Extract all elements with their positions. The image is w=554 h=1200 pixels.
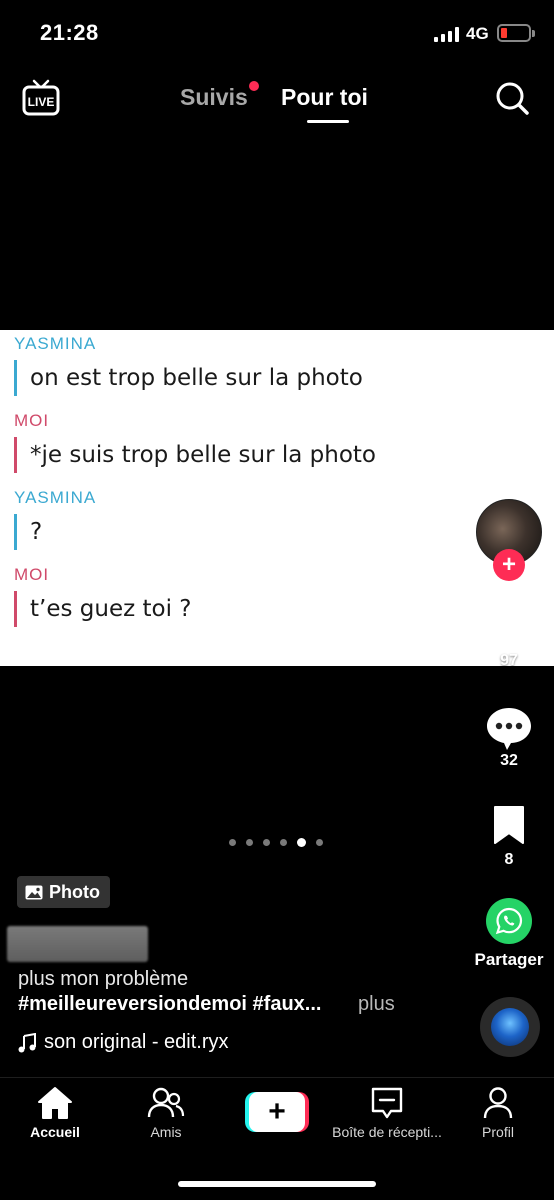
status-time: 21:28	[40, 20, 99, 45]
heart-icon	[487, 609, 531, 649]
music-note-icon	[18, 1032, 36, 1052]
sound-link[interactable]: son original - edit.ryx	[18, 1031, 229, 1054]
comment-button[interactable]: 32	[474, 706, 544, 770]
carousel-indicator	[229, 838, 323, 847]
post-photo[interactable]: YASMINA on est trop belle sur la photo M…	[0, 330, 554, 666]
nav-profile[interactable]: Profil	[443, 1086, 553, 1142]
follow-button[interactable]: +	[493, 549, 525, 581]
message-text: ?	[14, 514, 42, 550]
bookmark-icon	[494, 806, 524, 844]
like-count: 97	[500, 652, 518, 669]
message-text: *je suis trop belle sur la photo	[14, 437, 376, 473]
photo-badge-label: Photo	[49, 881, 100, 902]
message-sender: YASMINA	[14, 488, 97, 507]
battery-icon	[497, 24, 535, 42]
plus-icon: +	[249, 1092, 305, 1132]
nav-inbox-label: Boîte de récepti...	[332, 1124, 442, 1140]
active-tab-indicator	[307, 120, 349, 123]
image-icon	[25, 885, 43, 899]
inbox-icon	[371, 1087, 403, 1119]
create-button[interactable]: +	[245, 1092, 309, 1132]
message-sender: MOI	[14, 411, 50, 430]
nav-profile-label: Profil	[482, 1124, 514, 1140]
nav-inbox[interactable]: Boîte de récepti...	[332, 1086, 442, 1142]
sound-name: son original - edit.ryx	[44, 1031, 229, 1053]
username-redacted[interactable]	[7, 926, 148, 962]
nav-friends[interactable]: Amis	[111, 1086, 221, 1142]
message-sender: YASMINA	[14, 334, 97, 353]
caption-more-link[interactable]: plus	[358, 993, 395, 1016]
signal-icon	[434, 26, 459, 42]
tab-following[interactable]: Suivis	[180, 84, 248, 111]
save-count: 8	[504, 851, 514, 868]
search-icon	[496, 82, 529, 115]
friends-icon	[147, 1087, 185, 1118]
carousel-dot	[263, 839, 270, 846]
tab-for-you[interactable]: Pour toi	[281, 84, 368, 111]
carousel-dot	[316, 839, 323, 846]
carousel-dot-active	[297, 838, 306, 847]
share-label: Partager	[474, 950, 544, 969]
status-bar: 21:28 4G	[0, 0, 554, 64]
notification-dot	[249, 81, 259, 91]
carousel-dot	[280, 839, 287, 846]
carousel-dot	[246, 839, 253, 846]
profile-icon	[483, 1087, 513, 1119]
save-button[interactable]: 8	[474, 805, 544, 869]
sound-cover	[491, 1008, 529, 1046]
search-button[interactable]	[494, 80, 530, 116]
comment-count: 32	[500, 752, 518, 769]
carousel-dot	[229, 839, 236, 846]
comment-icon	[487, 708, 531, 750]
message-text: on est trop belle sur la photo	[14, 360, 363, 396]
caption-hashtags[interactable]: #meilleureversiondemoi #faux...	[18, 993, 321, 1016]
nav-home-label: Accueil	[30, 1124, 80, 1140]
nav-home[interactable]: Accueil	[0, 1086, 110, 1142]
home-indicator	[178, 1181, 376, 1187]
message-text: t’es guez toi ?	[14, 591, 191, 627]
like-button[interactable]: 97	[474, 608, 544, 670]
whatsapp-icon	[486, 898, 532, 944]
sound-disc[interactable]	[480, 997, 540, 1057]
caption-text: plus mon problème	[18, 968, 189, 990]
message-sender: MOI	[14, 565, 50, 584]
nav-friends-label: Amis	[150, 1124, 182, 1140]
share-button[interactable]: Partager	[474, 898, 544, 970]
home-icon	[38, 1087, 72, 1119]
network-label: 4G	[466, 24, 489, 43]
feed-tabs: Suivis Pour toi	[0, 81, 554, 124]
photo-badge: Photo	[17, 876, 110, 908]
